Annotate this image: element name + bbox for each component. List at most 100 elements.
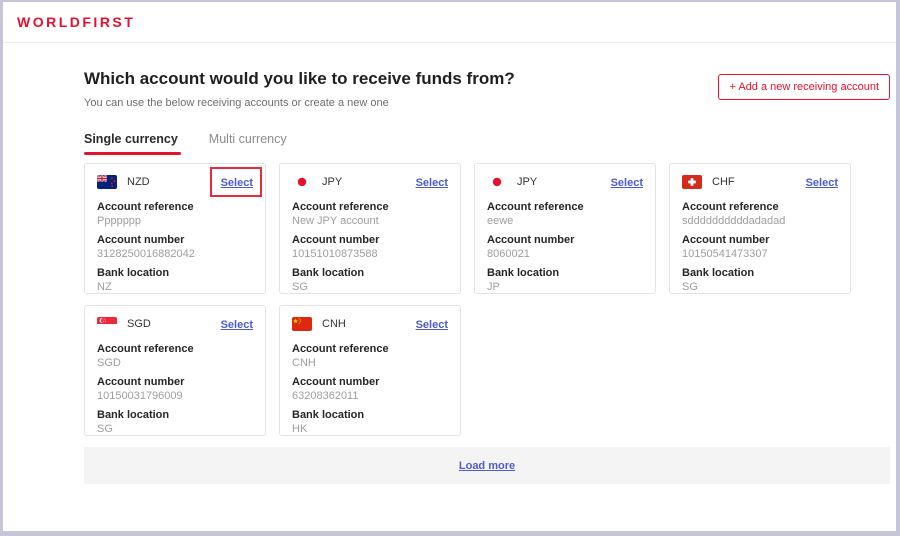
page-head: Which account would you like to receive …: [84, 69, 890, 109]
account-number-label: Account number: [292, 376, 448, 389]
bank-location-value: HK: [292, 423, 448, 436]
select-wrap: Select: [416, 315, 448, 333]
add-receiving-account-button[interactable]: + Add a new receiving account: [718, 74, 890, 100]
account-reference-label: Account reference: [292, 343, 448, 356]
select-link[interactable]: Select: [221, 319, 253, 331]
account-card-head: CNH Select: [292, 315, 448, 333]
app-header: WORLDFIRST: [3, 2, 896, 43]
account-number-value: 3128250016882042: [97, 248, 253, 261]
page-title: Which account would you like to receive …: [84, 69, 515, 89]
account-number-label: Account number: [487, 234, 643, 247]
account-number-value: 10150541473307: [682, 248, 838, 261]
account-card-jpy: JPY Select Account reference New JPY acc…: [279, 163, 461, 294]
account-reference-field: Account reference New JPY account: [292, 201, 448, 228]
account-reference-field: Account reference eewe: [487, 201, 643, 228]
account-number-field: Account number 10151010873588: [292, 234, 448, 261]
flag-cn-icon: [292, 317, 312, 331]
bank-location-label: Bank location: [682, 267, 838, 280]
account-card-head: CHF Select: [682, 173, 838, 191]
currency-code: JPY: [517, 176, 537, 188]
account-reference-field: Account reference SGD: [97, 343, 253, 370]
select-wrap: Select: [221, 315, 253, 333]
account-number-field: Account number 8060021: [487, 234, 643, 261]
account-card-sgd: SGD Select Account reference SGD Account…: [84, 305, 266, 436]
tab-multi-currency[interactable]: Multi currency: [209, 132, 287, 155]
account-card-chf: CHF Select Account reference sdddddddddd…: [669, 163, 851, 294]
account-reference-value: Ppppppp: [97, 215, 253, 228]
select-wrap: Select: [416, 173, 448, 191]
select-link[interactable]: Select: [416, 177, 448, 189]
bank-location-value: NZ: [97, 281, 253, 294]
worldfirst-logo: WORLDFIRST: [17, 14, 135, 30]
account-reference-value: SGD: [97, 357, 253, 370]
account-reference-field: Account reference sddddddddddadadad: [682, 201, 838, 228]
account-card-head: NZD Select: [97, 173, 253, 191]
currency-code: SGD: [127, 318, 151, 330]
currency-code: CHF: [712, 176, 735, 188]
select-link[interactable]: Select: [806, 177, 838, 189]
account-number-field: Account number 10150541473307: [682, 234, 838, 261]
bank-location-value: JP: [487, 281, 643, 294]
account-reference-value: New JPY account: [292, 215, 448, 228]
select-link[interactable]: Select: [221, 177, 253, 189]
bank-location-label: Bank location: [97, 267, 253, 280]
account-card-head: SGD Select: [97, 315, 253, 333]
bank-location-field: Bank location JP: [487, 267, 643, 294]
currency-code: JPY: [322, 176, 342, 188]
account-reference-field: Account reference Ppppppp: [97, 201, 253, 228]
flag-ch-icon: [682, 175, 702, 189]
account-reference-label: Account reference: [292, 201, 448, 214]
load-more-bar: Load more: [84, 447, 890, 484]
bank-location-label: Bank location: [487, 267, 643, 280]
bank-location-field: Bank location SG: [292, 267, 448, 294]
account-card-nzd: NZD Select Account reference Ppppppp Acc…: [84, 163, 266, 294]
account-number-value: 10150031796009: [97, 390, 253, 403]
account-number-value: 8060021: [487, 248, 643, 261]
account-number-field: Account number 63208362011: [292, 376, 448, 403]
account-reference-value: eewe: [487, 215, 643, 228]
account-reference-value: CNH: [292, 357, 448, 370]
bank-location-value: SG: [682, 281, 838, 294]
account-number-value: 10151010873588: [292, 248, 448, 261]
tab-single-currency[interactable]: Single currency: [84, 132, 178, 155]
account-reference-label: Account reference: [682, 201, 838, 214]
account-number-label: Account number: [97, 234, 253, 247]
bank-location-field: Bank location SG: [682, 267, 838, 294]
bank-location-field: Bank location SG: [97, 409, 253, 436]
bank-location-label: Bank location: [292, 409, 448, 422]
tab-label: Single currency: [84, 132, 178, 146]
flag-sg-icon: [97, 317, 117, 331]
account-number-label: Account number: [97, 376, 253, 389]
currency-code: NZD: [127, 176, 150, 188]
bank-location-value: SG: [292, 281, 448, 294]
load-more-link[interactable]: Load more: [459, 460, 515, 472]
page-subtitle: You can use the below receiving accounts…: [84, 97, 515, 109]
account-number-field: Account number 10150031796009: [97, 376, 253, 403]
account-card-jpy: JPY Select Account reference eewe Accoun…: [474, 163, 656, 294]
select-wrap: Select: [221, 173, 253, 191]
account-reference-label: Account reference: [97, 201, 253, 214]
select-wrap: Select: [611, 173, 643, 191]
account-number-field: Account number 3128250016882042: [97, 234, 253, 261]
tab-label: Multi currency: [209, 132, 287, 146]
select-wrap: Select: [806, 173, 838, 191]
flag-jp-icon: [292, 175, 312, 189]
currency-code: CNH: [322, 318, 346, 330]
bank-location-field: Bank location HK: [292, 409, 448, 436]
account-number-label: Account number: [682, 234, 838, 247]
currency-tabs: Single currency Multi currency: [84, 132, 890, 155]
select-link[interactable]: Select: [611, 177, 643, 189]
account-card-head: JPY Select: [487, 173, 643, 191]
account-reference-label: Account reference: [487, 201, 643, 214]
flag-nz-icon: [97, 175, 117, 189]
bank-location-value: SG: [97, 423, 253, 436]
select-link[interactable]: Select: [416, 319, 448, 331]
account-reference-label: Account reference: [97, 343, 253, 356]
account-number-value: 63208362011: [292, 390, 448, 403]
active-tab-underline: [84, 152, 181, 155]
account-number-label: Account number: [292, 234, 448, 247]
main-content: Which account would you like to receive …: [3, 43, 890, 484]
bank-location-field: Bank location NZ: [97, 267, 253, 294]
accounts-grid: NZD Select Account reference Ppppppp Acc…: [84, 163, 890, 436]
account-card-cnh: CNH Select Account reference CNH Account…: [279, 305, 461, 436]
